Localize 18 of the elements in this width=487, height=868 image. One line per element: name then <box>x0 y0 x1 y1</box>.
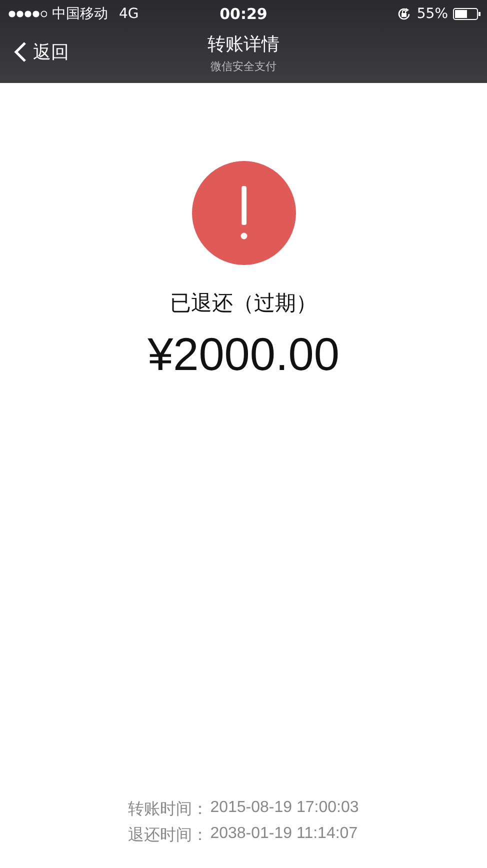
battery-icon <box>453 8 481 20</box>
back-button[interactable]: 返回 <box>12 38 71 66</box>
page-subtitle: 微信安全支付 <box>210 58 278 74</box>
signal-icon <box>8 10 47 18</box>
network-type: 4G <box>119 6 139 22</box>
carrier-name: 中国移动 <box>52 5 108 23</box>
transfer-amount: ¥2000.00 <box>148 327 340 381</box>
battery-percent: 55% <box>416 6 448 22</box>
clock: 00:29 <box>220 5 268 23</box>
detail-value: 2038-01-19 11:14:07 <box>210 825 358 844</box>
detail-value: 2015-08-19 17:00:03 <box>210 799 359 818</box>
page-title: 转账详情 <box>208 32 280 56</box>
detail-label: 转账时间： <box>128 800 208 820</box>
chevron-left-icon <box>14 41 27 63</box>
rotation-lock-icon <box>396 7 412 21</box>
alert-icon <box>192 161 296 265</box>
transfer-status: 已退还（过期） <box>170 290 317 317</box>
detail-label: 退还时间： <box>128 826 208 846</box>
